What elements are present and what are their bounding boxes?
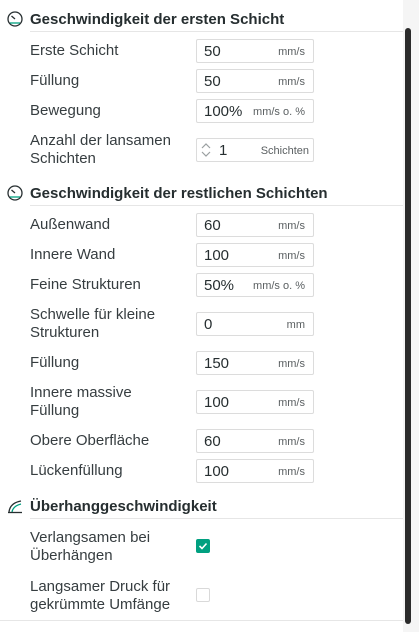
slow-down-overhangs-checkbox[interactable]: [196, 539, 210, 553]
section-divider: [30, 31, 403, 32]
initial-layer-infill-speed-input[interactable]: 50 mm/s: [196, 69, 314, 93]
setting-label: Obere Oberfläche: [30, 432, 150, 449]
field-value[interactable]: 60: [204, 217, 221, 234]
section-title: Geschwindigkeit der restlichen Schichten: [30, 184, 328, 202]
slow-down-curled-perimeters-checkbox[interactable]: [196, 588, 210, 602]
small-perimeter-threshold-input[interactable]: 0 mm: [196, 312, 314, 336]
setting-label: Innere massive Füllung: [30, 384, 132, 419]
field-value[interactable]: 50: [204, 73, 221, 90]
slow-down-layers-stepper[interactable]: 1 Schichten: [196, 138, 314, 162]
field-unit: mm/s: [278, 436, 305, 448]
field-unit: Schichten: [260, 145, 309, 157]
section-title: Geschwindigkeit der ersten Schicht: [30, 10, 285, 28]
top-surface-speed-input[interactable]: 60 mm/s: [196, 429, 314, 453]
field-value[interactable]: 100: [204, 394, 229, 411]
setting-label: Verlangsamen bei Überhängen: [30, 529, 151, 564]
setting-label: Bewegung: [30, 102, 101, 119]
field-unit: mm/s: [278, 220, 305, 232]
setting-label: Erste Schicht: [30, 42, 119, 59]
field-unit: mm/s: [278, 358, 305, 370]
panel-bottom-divider: [0, 620, 403, 621]
speedometer-icon: [7, 185, 23, 201]
initial-layer-travel-speed-input[interactable]: 100% mm/s o. %: [196, 99, 314, 123]
setting-label: Feine Strukturen: [30, 276, 141, 293]
field-value[interactable]: 150: [204, 355, 229, 372]
internal-solid-infill-speed-input[interactable]: 100 mm/s: [196, 390, 314, 414]
section-title: Überhanggeschwindigkeit: [30, 497, 217, 515]
section-divider: [30, 518, 403, 519]
initial-layer-speed-input[interactable]: 50 mm/s: [196, 39, 314, 63]
setting-label: Außenwand: [30, 216, 111, 233]
sparse-infill-speed-input[interactable]: 150 mm/s: [196, 351, 314, 375]
field-value[interactable]: 100: [204, 463, 229, 480]
field-value[interactable]: 0: [204, 316, 212, 333]
gap-infill-speed-input[interactable]: 100 mm/s: [196, 459, 314, 483]
field-unit: mm/s: [278, 76, 305, 88]
speed-settings-panel: Geschwindigkeit der ersten Schicht Erste…: [0, 0, 403, 632]
setting-label: Schwelle für kleine Strukturen: [30, 306, 156, 341]
scrollbar-thumb[interactable]: [405, 28, 411, 624]
field-unit: mm/s o. %: [253, 280, 305, 292]
checkmark-icon: [198, 542, 208, 550]
inner-wall-speed-input[interactable]: 100 mm/s: [196, 243, 314, 267]
setting-label: Lückenfüllung: [30, 462, 123, 479]
field-value[interactable]: 60: [204, 433, 221, 450]
field-unit: mm: [286, 319, 305, 331]
setting-label: Füllung: [30, 72, 80, 89]
field-value[interactable]: 50: [204, 43, 221, 60]
setting-label: Anzahl der lansamen Schichten: [30, 132, 171, 167]
section-divider: [30, 205, 403, 206]
field-unit: mm/s: [278, 46, 305, 58]
setting-label: Innere Wand: [30, 246, 116, 263]
small-perimeter-speed-input[interactable]: 50% mm/s o. %: [196, 273, 314, 297]
field-value[interactable]: 1: [219, 142, 227, 159]
field-value[interactable]: 100: [204, 247, 229, 264]
field-value[interactable]: 50%: [204, 277, 234, 294]
setting-label: Füllung: [30, 354, 80, 371]
field-unit: mm/s: [278, 397, 305, 409]
setting-label: Langsamer Druck für gekrümmte Umfänge: [30, 578, 171, 613]
field-unit: mm/s: [278, 250, 305, 262]
spin-arrows-icon[interactable]: [200, 141, 212, 159]
field-unit: mm/s: [278, 466, 305, 478]
speedometer-icon: [7, 11, 23, 27]
field-value[interactable]: 100%: [204, 103, 242, 120]
field-unit: mm/s o. %: [253, 106, 305, 118]
outer-wall-speed-input[interactable]: 60 mm/s: [196, 213, 314, 237]
overhang-icon: [8, 500, 22, 514]
